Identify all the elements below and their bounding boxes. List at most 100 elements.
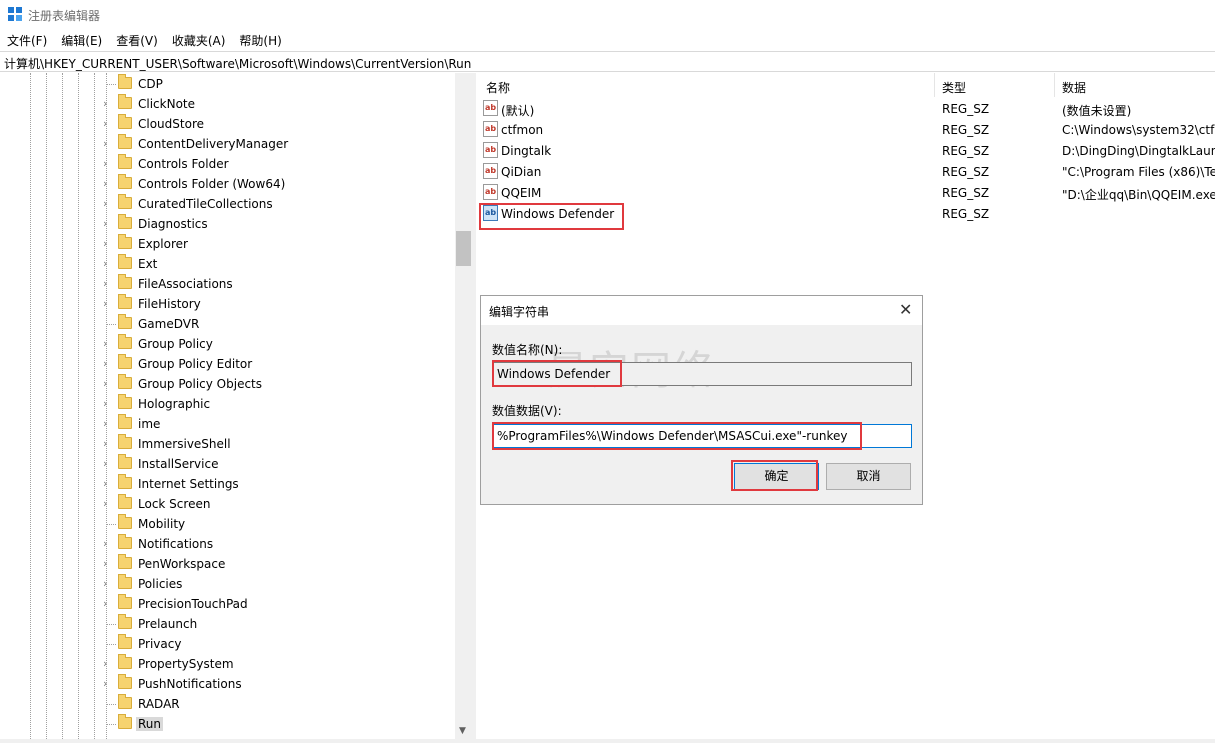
chevron-right-icon[interactable]: ›: [103, 417, 107, 430]
value-row[interactable]: ab QiDian REG_SZ "C:\Program Files (x86)\Te: [477, 161, 1215, 182]
chevron-right-icon[interactable]: ›: [103, 537, 107, 550]
tree-item-label[interactable]: FileAssociations: [138, 277, 233, 291]
tree-item[interactable]: Run: [0, 714, 455, 734]
tree-item[interactable]: › PrecisionTouchPad: [0, 594, 455, 614]
close-icon[interactable]: ✕: [899, 300, 912, 319]
tree-item-label[interactable]: Run: [136, 717, 164, 731]
chevron-right-icon[interactable]: ›: [103, 177, 107, 190]
tree-item-label[interactable]: Explorer: [138, 237, 188, 251]
chevron-right-icon[interactable]: ›: [103, 557, 107, 570]
chevron-right-icon[interactable]: ›: [103, 457, 107, 470]
column-header-type[interactable]: 类型: [942, 79, 966, 96]
chevron-right-icon[interactable]: ›: [103, 257, 107, 270]
menu-help[interactable]: 帮助(H): [232, 29, 288, 50]
tree-item-label[interactable]: Lock Screen: [138, 497, 210, 511]
tree-item[interactable]: › Explorer: [0, 234, 455, 254]
tree-item-label[interactable]: CloudStore: [138, 117, 204, 131]
column-separator[interactable]: [1054, 73, 1055, 97]
chevron-right-icon[interactable]: ›: [103, 277, 107, 290]
chevron-right-icon[interactable]: ›: [103, 237, 107, 250]
chevron-right-icon[interactable]: ›: [103, 197, 107, 210]
value-row[interactable]: ab Dingtalk REG_SZ D:\DingDing\DingtalkLaun…: [477, 140, 1215, 161]
tree-item[interactable]: › Ext: [0, 254, 455, 274]
column-header-name[interactable]: 名称: [486, 79, 510, 96]
tree-item-label[interactable]: PrecisionTouchPad: [138, 597, 248, 611]
tree-item-label[interactable]: Privacy: [138, 637, 181, 651]
tree-item-label[interactable]: CuratedTileCollections: [138, 197, 273, 211]
chevron-right-icon[interactable]: ›: [103, 577, 107, 590]
tree-item[interactable]: › Controls Folder: [0, 154, 455, 174]
tree-item-label[interactable]: FileHistory: [138, 297, 201, 311]
value-row[interactable]: ab (默认) REG_SZ (数值未设置): [477, 98, 1215, 119]
tree-item-label[interactable]: Controls Folder (Wow64): [138, 177, 285, 191]
tree-item[interactable]: › Group Policy: [0, 334, 455, 354]
chevron-right-icon[interactable]: ›: [103, 217, 107, 230]
tree-item[interactable]: › FileHistory: [0, 294, 455, 314]
tree-item[interactable]: › Lock Screen: [0, 494, 455, 514]
tree-item[interactable]: › PropertySystem: [0, 654, 455, 674]
tree-scrollbar[interactable]: ▼: [455, 73, 472, 739]
menu-edit[interactable]: 编辑(E): [54, 29, 109, 50]
value-row[interactable]: ab Windows Defender REG_SZ: [477, 203, 1215, 224]
tree-item[interactable]: › ime: [0, 414, 455, 434]
tree-item[interactable]: › ClickNote: [0, 94, 455, 114]
tree-item-label[interactable]: ImmersiveShell: [138, 437, 231, 451]
chevron-right-icon[interactable]: ›: [103, 437, 107, 450]
tree-item-label[interactable]: CDP: [138, 77, 163, 91]
tree-item[interactable]: RADAR: [0, 694, 455, 714]
tree-item-label[interactable]: PushNotifications: [138, 677, 242, 691]
chevron-right-icon[interactable]: ›: [103, 137, 107, 150]
chevron-right-icon[interactable]: ›: [103, 117, 107, 130]
tree-item[interactable]: › Controls Folder (Wow64): [0, 174, 455, 194]
tree-item[interactable]: › Diagnostics: [0, 214, 455, 234]
chevron-right-icon[interactable]: ›: [103, 657, 107, 670]
tree-item-label[interactable]: Group Policy Editor: [138, 357, 252, 371]
tree-item[interactable]: › Policies: [0, 574, 455, 594]
tree-item-label[interactable]: Group Policy: [138, 337, 213, 351]
menu-file[interactable]: 文件(F): [0, 29, 54, 50]
column-separator[interactable]: [934, 73, 935, 97]
scrollbar-thumb[interactable]: [456, 231, 471, 266]
tree-item-label[interactable]: GameDVR: [138, 317, 199, 331]
tree-item-label[interactable]: InstallService: [138, 457, 218, 471]
key-tree[interactable]: CDP › ClickNote › CloudStore › ContentDelivery…: [0, 73, 472, 739]
scroll-down-arrow-icon[interactable]: ▼: [459, 726, 466, 736]
tree-item[interactable]: › InstallService: [0, 454, 455, 474]
tree-item[interactable]: › CloudStore: [0, 114, 455, 134]
tree-item[interactable]: Prelaunch: [0, 614, 455, 634]
chevron-right-icon[interactable]: ›: [103, 357, 107, 370]
chevron-right-icon[interactable]: ›: [103, 397, 107, 410]
menu-favorites[interactable]: 收藏夹(A): [165, 29, 233, 50]
tree-item[interactable]: Privacy: [0, 634, 455, 654]
tree-item[interactable]: › Holographic: [0, 394, 455, 414]
tree-item-label[interactable]: Ext: [138, 257, 157, 271]
cancel-button[interactable]: 取消: [826, 463, 911, 490]
tree-item-label[interactable]: Holographic: [138, 397, 210, 411]
tree-item[interactable]: › CuratedTileCollections: [0, 194, 455, 214]
tree-item-label[interactable]: Prelaunch: [138, 617, 197, 631]
tree-item-label[interactable]: Group Policy Objects: [138, 377, 262, 391]
tree-item[interactable]: › FileAssociations: [0, 274, 455, 294]
tree-item[interactable]: › Group Policy Editor: [0, 354, 455, 374]
tree-item-label[interactable]: Internet Settings: [138, 477, 239, 491]
chevron-right-icon[interactable]: ›: [103, 297, 107, 310]
chevron-right-icon[interactable]: ›: [103, 477, 107, 490]
tree-item-label[interactable]: ContentDeliveryManager: [138, 137, 288, 151]
tree-item[interactable]: CDP: [0, 74, 455, 94]
tree-item-label[interactable]: ClickNote: [138, 97, 195, 111]
tree-item-label[interactable]: Controls Folder: [138, 157, 229, 171]
chevron-right-icon[interactable]: ›: [103, 597, 107, 610]
tree-item-label[interactable]: PenWorkspace: [138, 557, 225, 571]
tree-item[interactable]: › PushNotifications: [0, 674, 455, 694]
tree-item[interactable]: › Notifications: [0, 534, 455, 554]
chevron-right-icon[interactable]: ›: [103, 157, 107, 170]
tree-item[interactable]: Mobility: [0, 514, 455, 534]
pane-splitter[interactable]: [472, 73, 476, 739]
chevron-right-icon[interactable]: ›: [103, 497, 107, 510]
tree-item[interactable]: › Group Policy Objects: [0, 374, 455, 394]
tree-item-label[interactable]: Notifications: [138, 537, 213, 551]
tree-item[interactable]: › Internet Settings: [0, 474, 455, 494]
tree-item[interactable]: › PenWorkspace: [0, 554, 455, 574]
address-path[interactable]: 计算机\HKEY_CURRENT_USER\Software\Microsoft…: [4, 55, 471, 72]
tree-item[interactable]: › ImmersiveShell: [0, 434, 455, 454]
